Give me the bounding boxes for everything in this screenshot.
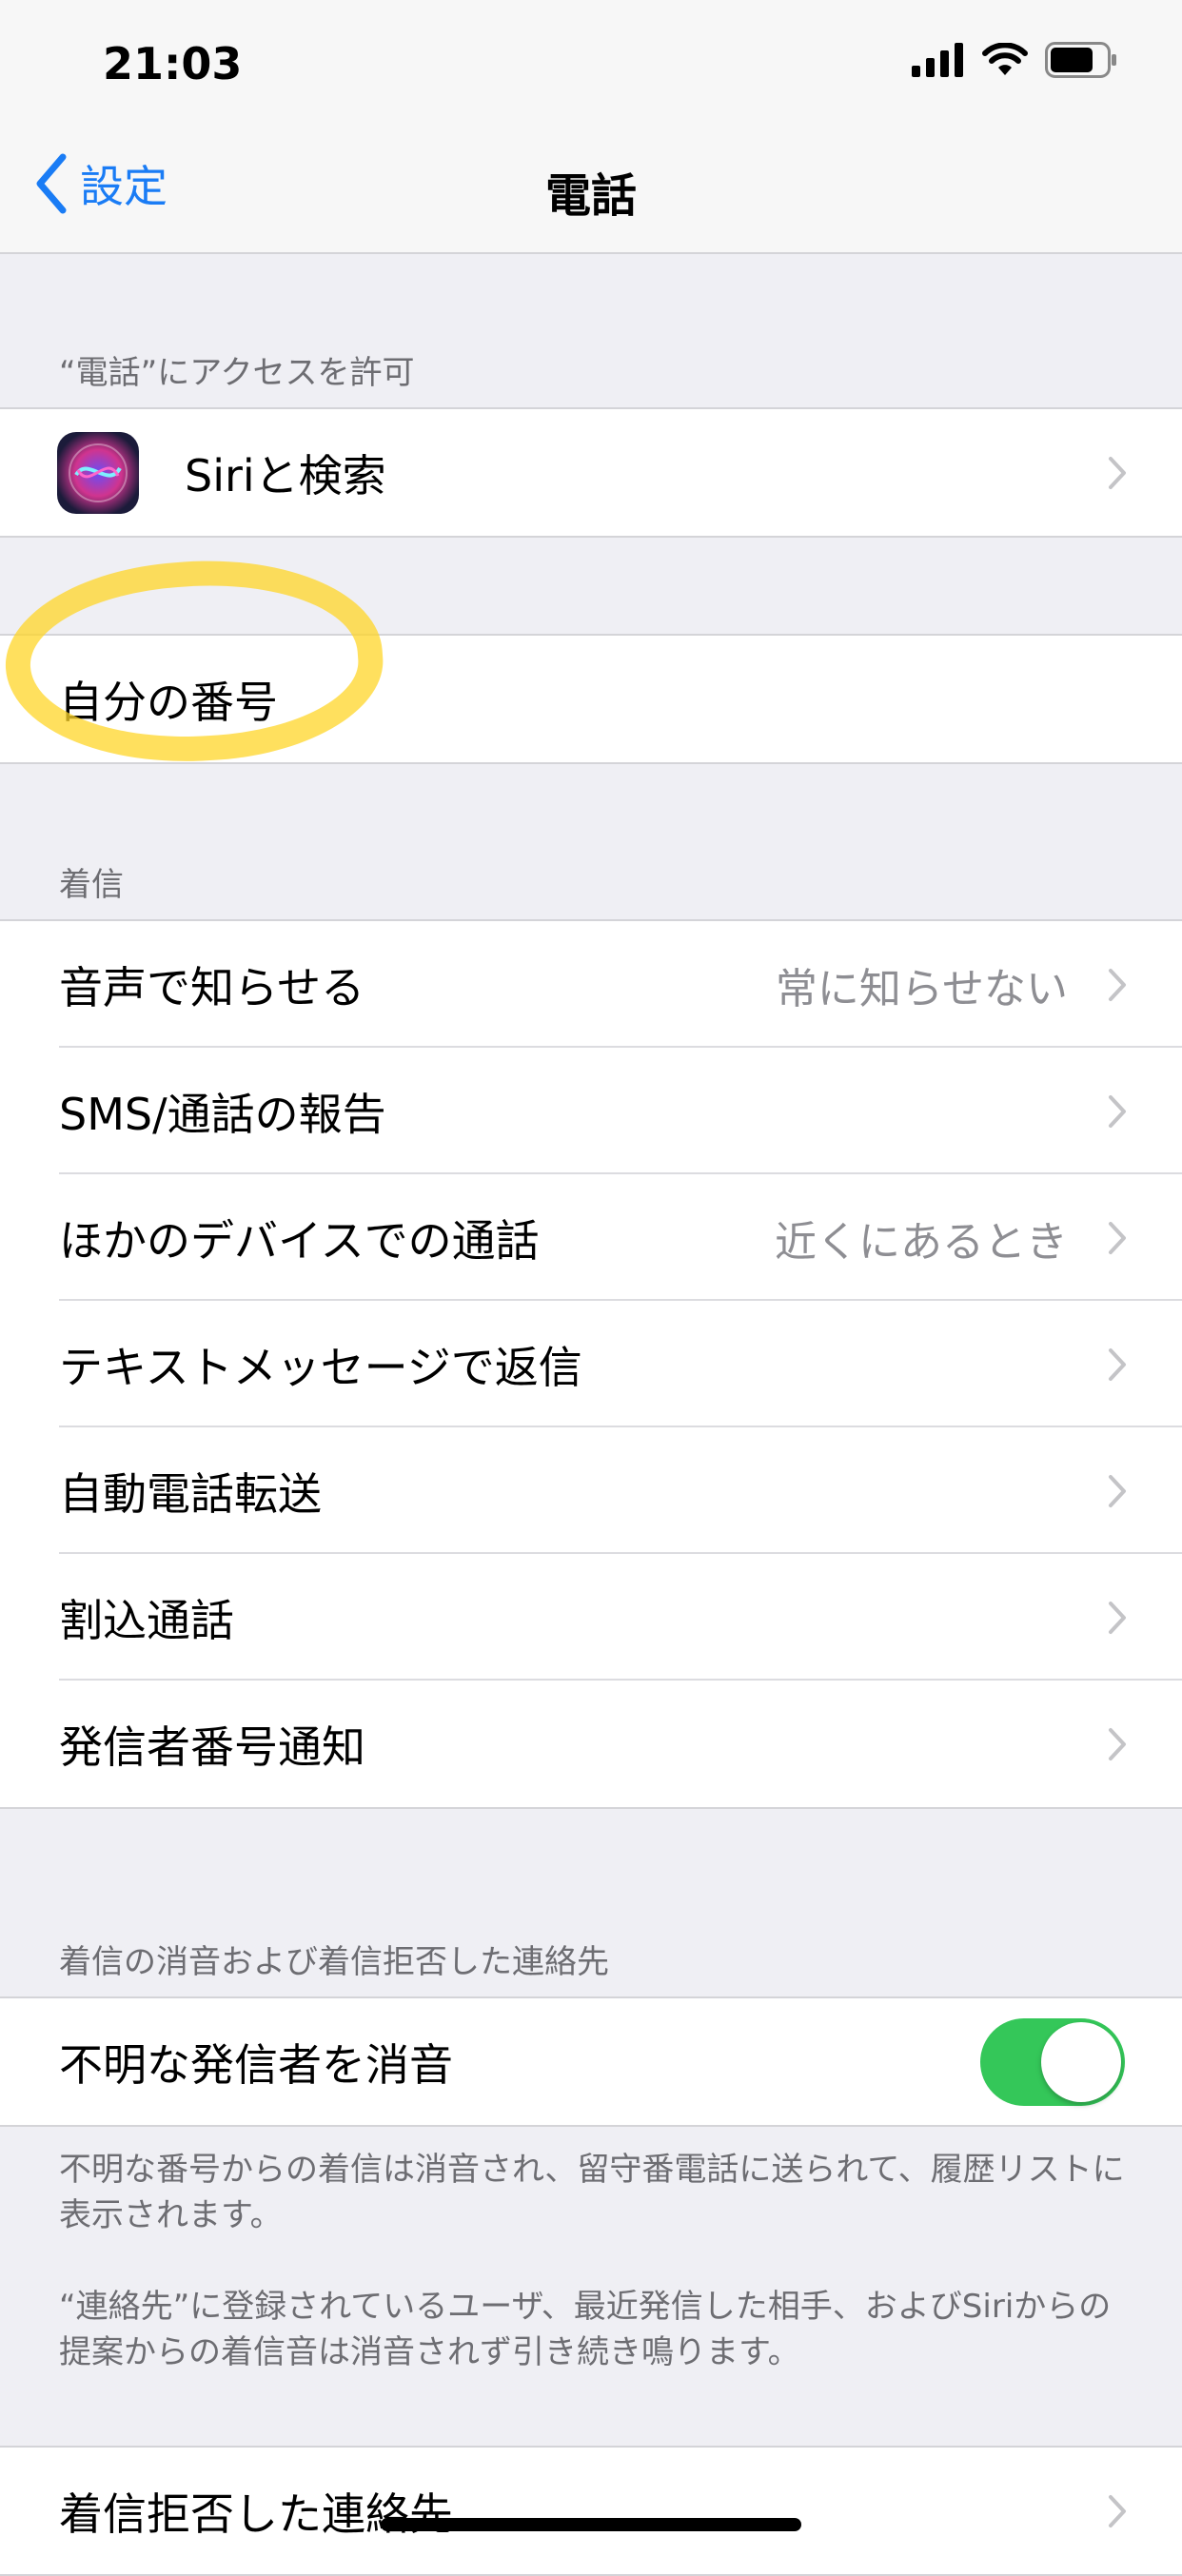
blocked-contacts-row[interactable]: 着信拒否した連絡先 [0,2448,1182,2574]
signal-icon [912,43,963,77]
announce-calls-row[interactable]: 音声で知らせる 常に知らせない [0,921,1182,1048]
silence-unknown-row: 不明な発信者を消音 [0,1998,1182,2125]
chevron-right-icon [1109,1094,1126,1128]
section-header-access: “電話”にアクセスを許可 [59,354,415,392]
toggle-knob [1041,2021,1121,2102]
chevron-right-icon [1109,1221,1126,1254]
home-indicator[interactable] [381,2518,801,2531]
silence-unknown-toggle[interactable] [980,2017,1125,2106]
group-blocked: 着信拒否した連絡先 [0,2446,1182,2576]
calls-other-devices-value: 近くにあるとき [775,1217,1068,1267]
my-number-row[interactable]: 自分の番号 [0,636,1182,762]
group-silence: 不明な発信者を消音 [0,1996,1182,2127]
blocked-contacts-label: 着信拒否した連絡先 [59,2488,453,2540]
sms-call-reporting-label: SMS/通話の報告 [59,1088,386,1140]
status-icons [912,42,1117,78]
page-title: 電話 [544,169,637,223]
chevron-right-icon [1109,1727,1126,1760]
group-access: Siriと検索 [0,407,1182,538]
group-my-number: 自分の番号 [0,634,1182,764]
show-caller-id-label: 発信者番号通知 [59,1721,365,1773]
group-incoming: 音声で知らせる 常に知らせない SMS/通話の報告 ほかのデバイスでの通話 近く… [0,919,1182,1809]
wifi-icon [982,43,1028,75]
footnote-silence: 不明な番号からの着信は消音され、留守番電話に送られて、履歴リストに表示されます。 [59,2151,1125,2234]
calls-other-devices-label: ほかのデバイスでの通話 [59,1214,540,1267]
section-header-silence: 着信の消音および着信拒否した連絡先 [59,1943,609,1981]
chevron-right-icon [1109,1347,1126,1381]
battery-icon [1045,42,1116,78]
announce-calls-label: 音声で知らせる [59,961,365,1013]
chevron-right-icon [1109,2494,1126,2527]
show-caller-id-row[interactable]: 発信者番号通知 [0,1681,1182,1807]
respond-with-text-row[interactable]: テキストメッセージで返信 [0,1301,1182,1427]
section-header-incoming: 着信 [59,866,124,904]
call-waiting-label: 割込通話 [59,1594,234,1646]
siri-orb-icon [69,442,128,502]
footnote-contacts: “連絡先”に登録されているユーザ、最近発信した相手、およびSiriからの提案から… [59,2288,1112,2371]
announce-calls-value: 常に知らせない [775,964,1068,1013]
silence-unknown-label: 不明な発信者を消音 [59,2038,453,2091]
chevron-right-icon [1109,456,1126,489]
call-forwarding-label: 自動電話転送 [59,1467,322,1520]
my-number-label: 自分の番号 [59,676,278,728]
calls-other-devices-row[interactable]: ほかのデバイスでの通話 近くにあるとき [0,1174,1182,1301]
sms-call-reporting-row[interactable]: SMS/通話の報告 [0,1048,1182,1174]
siri-search-label: Siriと検索 [185,449,386,501]
chevron-right-icon [1109,1474,1126,1507]
call-forwarding-row[interactable]: 自動電話転送 [0,1427,1182,1554]
siri-search-row[interactable]: Siriと検索 [0,409,1182,536]
call-waiting-row[interactable]: 割込通話 [0,1554,1182,1681]
chevron-right-icon [1109,1601,1126,1634]
respond-with-text-label: テキストメッセージで返信 [59,1341,582,1393]
status-time: 21:03 [103,38,243,89]
chevron-right-icon [1109,968,1126,1001]
siri-icon [57,431,139,514]
